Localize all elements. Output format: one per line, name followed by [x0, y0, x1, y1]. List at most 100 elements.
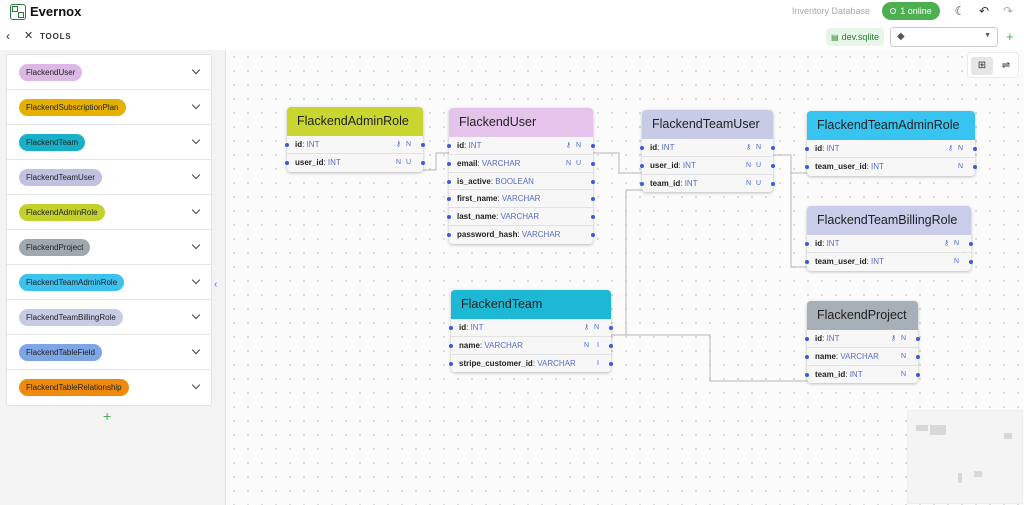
connection-handle[interactable] — [640, 181, 644, 186]
table-node[interactable]: FlackendProject id: INT ⚷ Nname: VARCHAR Nte… — [805, 301, 920, 384]
table-header[interactable]: FlackendTeamAdminRole — [807, 111, 975, 140]
sidebar-table-item[interactable]: FlackendAdminRole — [7, 195, 211, 230]
sidebar-table-item[interactable]: FlackendUser — [7, 55, 211, 90]
field-row[interactable]: is_active: BOOLEAN — [447, 173, 595, 191]
field-row[interactable]: email: VARCHAR N U — [447, 155, 595, 173]
environment-chip[interactable]: ▤ dev.sqlite — [826, 28, 884, 46]
connection-handle[interactable] — [771, 163, 775, 168]
chevron-down-icon[interactable] — [191, 135, 201, 145]
field-row[interactable]: user_id: INT N U — [640, 157, 775, 175]
sidebar-table-item[interactable]: FlackendTeamUser — [7, 160, 211, 195]
connection-handle[interactable] — [447, 179, 451, 184]
database-name[interactable]: Inventory Database — [792, 6, 870, 16]
sidebar-table-item[interactable]: FlackendSubscriptionPlan — [7, 90, 211, 125]
connection-handle[interactable] — [805, 354, 809, 359]
redo-icon[interactable]: ↷ — [1000, 4, 1016, 18]
chevron-down-icon[interactable] — [191, 100, 201, 110]
tools-icon[interactable]: ✕ — [24, 29, 33, 42]
table-node[interactable]: FlackendTeam id: INT ⚷ Nname: VARCHAR N Istri… — [449, 290, 613, 373]
connection-handle[interactable] — [449, 326, 453, 330]
field-row[interactable]: first_name: VARCHAR — [447, 190, 595, 209]
sidebar-table-item[interactable]: FlackendTableRelationship — [7, 370, 211, 405]
chevron-down-icon[interactable] — [191, 240, 201, 250]
connection-handle[interactable] — [771, 146, 775, 150]
connection-handle[interactable] — [609, 326, 613, 330]
field-row[interactable]: id: INT ⚷ N — [805, 140, 977, 158]
table-header[interactable]: FlackendProject — [807, 301, 918, 330]
connection-handle[interactable] — [591, 232, 595, 237]
field-row[interactable]: id: INT ⚷ N — [285, 136, 425, 154]
table-header[interactable]: FlackendTeamBillingRole — [807, 206, 971, 235]
field-row[interactable]: user_id: INT N U — [285, 154, 425, 172]
tools-label[interactable]: TOOLS — [40, 32, 71, 41]
connection-handle[interactable] — [609, 361, 613, 366]
sidebar-table-item[interactable]: FlackendTeam — [7, 125, 211, 160]
field-row[interactable]: id: INT ⚷ N — [640, 139, 775, 157]
sidebar-table-item[interactable]: FlackendTeamAdminRole — [7, 265, 211, 300]
connection-handle[interactable] — [285, 160, 289, 165]
field-row[interactable]: stripe_customer_id: VARCHAR I — [449, 355, 613, 373]
field-row[interactable]: id: INT ⚷ N — [805, 235, 973, 253]
collapse-sidebar-icon[interactable]: ‹ — [214, 279, 217, 290]
field-row[interactable]: password_hash: VARCHAR — [447, 226, 595, 244]
connection-handle[interactable] — [591, 179, 595, 184]
connection-handle[interactable] — [591, 161, 595, 166]
add-icon[interactable]: + — [1006, 29, 1014, 44]
connection-handle[interactable] — [969, 259, 973, 264]
connection-handle[interactable] — [449, 361, 453, 366]
table-node[interactable]: FlackendTeamAdminRole id: INT ⚷ Nteam_user_… — [805, 111, 977, 176]
table-node[interactable]: FlackendTeamBillingRole id: INT ⚷ Nteam_use… — [805, 206, 973, 271]
chevron-down-icon[interactable] — [191, 65, 201, 75]
field-row[interactable]: team_user_id: INT N — [805, 158, 977, 176]
chevron-down-icon[interactable] — [191, 275, 201, 285]
connection-handle[interactable] — [421, 143, 425, 147]
field-row[interactable]: id: INT ⚷ N — [805, 330, 920, 348]
sidebar-table-item[interactable]: FlackendTeamBillingRole — [7, 300, 211, 335]
table-node[interactable]: FlackendTeamUser id: INT ⚷ Nuser_id: INT N Ut… — [640, 110, 775, 193]
field-row[interactable]: id: INT ⚷ N — [449, 319, 613, 337]
connection-handle[interactable] — [916, 337, 920, 341]
online-users-button[interactable]: 1 online — [882, 2, 940, 20]
connection-handle[interactable] — [285, 143, 289, 147]
connection-handle[interactable] — [640, 163, 644, 168]
connection-handle[interactable] — [591, 144, 595, 148]
field-row[interactable]: id: INT ⚷ N — [447, 137, 595, 155]
connection-handle[interactable] — [805, 164, 809, 169]
field-row[interactable]: team_id: INT N — [805, 366, 920, 384]
connection-handle[interactable] — [805, 242, 809, 246]
table-node[interactable]: FlackendAdminRole id: INT ⚷ Nuser_id: INT N U — [285, 107, 425, 172]
connection-handle[interactable] — [805, 147, 809, 151]
connection-handle[interactable] — [447, 232, 451, 237]
table-header[interactable]: FlackendAdminRole — [287, 107, 423, 136]
diagram-canvas[interactable]: ⊞ ⇌ FlackendAdminRole id: INT ⚷ Nuser_id: I… — [227, 50, 1024, 505]
table-header[interactable]: FlackendUser — [449, 108, 593, 137]
connection-handle[interactable] — [771, 181, 775, 186]
add-table-button[interactable]: + — [103, 408, 111, 424]
field-row[interactable]: name: VARCHAR N — [805, 348, 920, 366]
connection-handle[interactable] — [447, 144, 451, 148]
connection-handle[interactable] — [916, 372, 920, 377]
settings-sliders-icon[interactable]: ⇌ — [995, 57, 1017, 75]
connection-handle[interactable] — [421, 160, 425, 165]
chevron-down-icon[interactable] — [191, 170, 201, 180]
table-node[interactable]: FlackendUser id: INT ⚷ Nemail: VARCHAR N Uis_… — [447, 108, 595, 244]
field-row[interactable]: name: VARCHAR N I — [449, 337, 613, 355]
undo-icon[interactable]: ↶ — [976, 4, 992, 18]
connection-handle[interactable] — [805, 337, 809, 341]
connection-handle[interactable] — [973, 147, 977, 151]
theme-toggle-icon[interactable]: ☾ — [952, 4, 968, 18]
connection-handle[interactable] — [609, 343, 613, 348]
chevron-down-icon[interactable] — [191, 205, 201, 215]
sidebar-table-item[interactable]: FlackendTableField — [7, 335, 211, 370]
connection-handle[interactable] — [449, 343, 453, 348]
sidebar-table-item[interactable]: FlackendProject — [7, 230, 211, 265]
chevron-down-icon[interactable] — [191, 380, 201, 390]
tag-select[interactable]: ◆ ▼ — [890, 27, 998, 47]
connection-handle[interactable] — [805, 259, 809, 264]
minimap[interactable] — [907, 410, 1023, 504]
field-row[interactable]: team_user_id: INT N — [805, 253, 973, 271]
connection-handle[interactable] — [805, 372, 809, 377]
connection-handle[interactable] — [447, 215, 451, 220]
connection-handle[interactable] — [447, 161, 451, 166]
back-chevron-icon[interactable]: ‹ — [6, 29, 10, 43]
